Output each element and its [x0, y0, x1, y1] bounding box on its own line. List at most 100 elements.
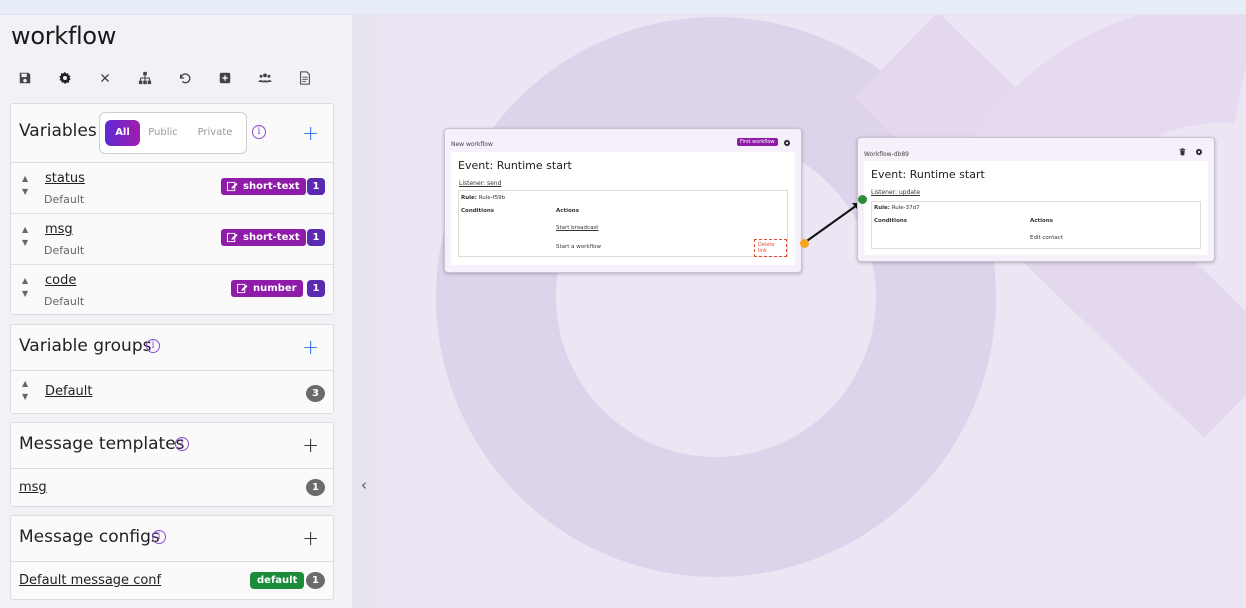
- rule-id: Rule-37d7: [891, 205, 920, 211]
- trash-icon[interactable]: [1179, 148, 1186, 156]
- message-templates-panel: Message templates i + msg 1: [10, 422, 334, 507]
- actions-header: Actions: [1030, 218, 1053, 224]
- add-message-config-button[interactable]: +: [302, 528, 319, 548]
- move-down-icon[interactable]: ▼: [22, 392, 32, 405]
- sidebar-collapse-strip: ‹: [352, 15, 376, 608]
- type-badge[interactable]: number: [231, 280, 303, 297]
- add-variable-button[interactable]: +: [302, 123, 319, 143]
- type-badge[interactable]: short-text: [221, 178, 306, 195]
- message-template-name[interactable]: msg: [19, 480, 47, 495]
- add-message-template-button[interactable]: +: [302, 435, 319, 455]
- variables-panel: Variables All Public Private i + ▲ ▼ stat…: [10, 103, 334, 315]
- message-configs-header: Message configs i +: [11, 516, 333, 562]
- move-up-icon[interactable]: ▲: [22, 174, 32, 187]
- add-box-icon[interactable]: [218, 69, 258, 87]
- count-badge: 1: [307, 178, 325, 195]
- action-item: Start a workflow: [556, 244, 601, 250]
- variable-group-name[interactable]: Default: [45, 384, 93, 399]
- first-workflow-badge: First workflow: [737, 138, 778, 146]
- toolbar: [18, 69, 338, 87]
- edit-icon: [227, 232, 238, 243]
- filter-all[interactable]: All: [105, 120, 140, 146]
- variable-row: ▲ ▼ status Default short-text 1: [11, 163, 333, 214]
- rule-box: Rule: Rule-37d7 Conditions Actions Edit …: [871, 201, 1201, 249]
- message-templates-title: Message templates: [19, 434, 185, 454]
- conditions-header: Conditions: [461, 208, 495, 214]
- default-badge: default: [250, 572, 305, 589]
- type-label: number: [253, 283, 297, 294]
- app-title: workflow: [11, 22, 117, 50]
- rule-id: Rule-f59b: [478, 195, 506, 201]
- output-handle[interactable]: [800, 239, 809, 248]
- chevron-left-icon[interactable]: ‹: [357, 477, 371, 493]
- visibility-filter: All Public Private: [99, 112, 247, 154]
- move-up-icon[interactable]: ▲: [22, 379, 32, 392]
- message-templates-header: Message templates i +: [11, 423, 333, 469]
- move-down-icon[interactable]: ▼: [22, 289, 32, 302]
- message-config-row: Default message conf default 1: [11, 562, 333, 599]
- rule-line: Rule: Rule-37d7: [874, 205, 920, 211]
- workflow-node[interactable]: New workflow First workflow Event: Runti…: [444, 128, 802, 273]
- variable-row: ▲ ▼ msg Default short-text 1: [11, 214, 333, 265]
- message-config-name[interactable]: Default message conf: [19, 573, 161, 588]
- add-variable-group-button[interactable]: +: [302, 337, 319, 357]
- gear-icon[interactable]: [58, 69, 98, 87]
- message-configs-panel: Message configs i + Default message conf…: [10, 515, 334, 600]
- move-up-icon[interactable]: ▲: [22, 225, 32, 238]
- variable-groups-title: Variable groups: [19, 336, 152, 356]
- node-title: New workflow: [451, 141, 493, 148]
- node-title: Workflow-db89: [864, 151, 909, 158]
- message-template-row: msg 1: [11, 469, 333, 506]
- count-badge: 1: [307, 229, 325, 246]
- node-body: Event: Runtime start Listener: update Ru…: [864, 161, 1208, 255]
- move-down-icon[interactable]: ▼: [22, 238, 32, 251]
- gear-icon[interactable]: [1195, 148, 1203, 156]
- connection-edge[interactable]: [376, 15, 1246, 608]
- variable-row: ▲ ▼ code Default number 1: [11, 265, 333, 315]
- close-icon[interactable]: [98, 69, 138, 87]
- node-body: Event: Runtime start Listener: send Rule…: [451, 152, 795, 265]
- info-icon[interactable]: i: [146, 339, 160, 353]
- filter-public[interactable]: Public: [144, 120, 182, 146]
- edit-icon: [237, 283, 248, 294]
- variable-group: Default: [44, 193, 85, 206]
- input-handle[interactable]: [858, 195, 867, 204]
- type-label: short-text: [243, 232, 300, 243]
- message-configs-title: Message configs: [19, 527, 160, 547]
- move-down-icon[interactable]: ▼: [22, 187, 32, 200]
- document-icon[interactable]: [298, 69, 338, 87]
- listener-link[interactable]: Listener: send: [459, 180, 501, 187]
- variable-name[interactable]: code: [45, 273, 76, 288]
- move-up-icon[interactable]: ▲: [22, 276, 32, 289]
- workflow-node[interactable]: Workflow-db89 Event: Runtime start Liste…: [857, 137, 1215, 262]
- edit-icon: [227, 181, 238, 192]
- filter-private[interactable]: Private: [192, 120, 238, 146]
- sidebar: workflow Variables All Public Private i …: [0, 15, 352, 608]
- workflow-canvas[interactable]: New workflow First workflow Event: Runti…: [376, 15, 1246, 608]
- sort-handle[interactable]: ▲ ▼: [22, 225, 32, 251]
- variable-group-row: ▲ ▼ Default 3: [11, 371, 333, 413]
- variable-name[interactable]: status: [45, 171, 85, 186]
- actions-header: Actions: [556, 208, 579, 214]
- count-badge: 1: [306, 572, 325, 589]
- sort-handle[interactable]: ▲ ▼: [22, 174, 32, 200]
- sort-handle[interactable]: ▲ ▼: [22, 379, 32, 405]
- delete-link-button[interactable]: Delete link: [754, 239, 787, 257]
- hierarchy-icon[interactable]: [138, 69, 178, 87]
- info-icon[interactable]: i: [152, 530, 166, 544]
- info-icon[interactable]: i: [175, 437, 189, 451]
- type-label: short-text: [243, 181, 300, 192]
- count-badge: 1: [306, 479, 325, 496]
- variable-name[interactable]: msg: [45, 222, 73, 237]
- sort-handle[interactable]: ▲ ▼: [22, 276, 32, 302]
- type-badge[interactable]: short-text: [221, 229, 306, 246]
- conditions-header: Conditions: [874, 218, 908, 224]
- info-icon[interactable]: i: [252, 125, 266, 139]
- users-icon[interactable]: [258, 69, 298, 87]
- gear-icon[interactable]: [783, 139, 791, 147]
- undo-icon[interactable]: [178, 69, 218, 87]
- save-icon[interactable]: [18, 69, 58, 87]
- event-label: Event: Runtime start: [458, 159, 572, 172]
- action-link[interactable]: Start broadcast: [556, 225, 598, 231]
- listener-link[interactable]: Listener: update: [871, 189, 920, 196]
